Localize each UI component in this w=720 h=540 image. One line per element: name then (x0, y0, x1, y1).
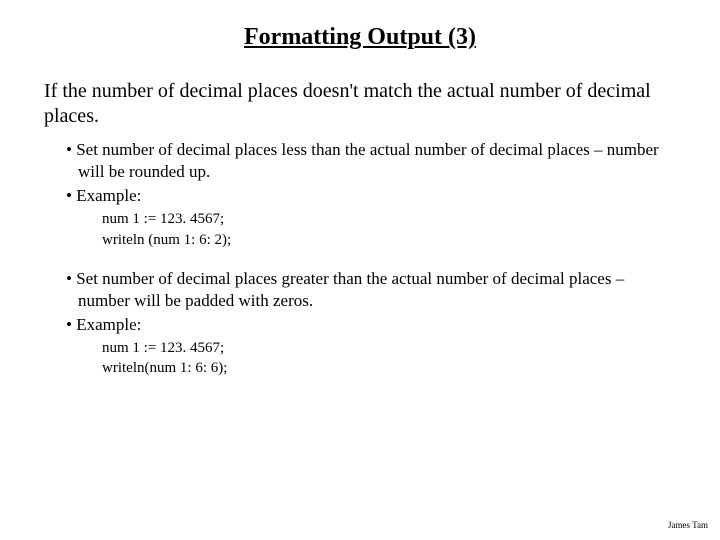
code-line: writeln(num 1: 6: 6); (102, 358, 676, 378)
footer-author: James Tam (668, 520, 708, 530)
code-line: writeln (num 1: 6: 2); (102, 230, 676, 250)
code-block-1: num 1 := 123. 4567; writeln (num 1: 6: 2… (44, 209, 676, 250)
bullet-item: Set number of decimal places greater tha… (66, 268, 676, 312)
slide-title: Formatting Output (3) (44, 24, 676, 51)
code-line: num 1 := 123. 4567; (102, 209, 676, 229)
code-block-2: num 1 := 123. 4567; writeln(num 1: 6: 6)… (44, 338, 676, 379)
bullet-list-1: Set number of decimal places less than t… (44, 139, 676, 207)
intro-text: If the number of decimal places doesn't … (44, 79, 676, 129)
code-line: num 1 := 123. 4567; (102, 338, 676, 358)
bullet-item: Example: (66, 185, 676, 207)
bullet-list-2: Set number of decimal places greater tha… (44, 268, 676, 336)
bullet-item: Set number of decimal places less than t… (66, 139, 676, 183)
bullet-item: Example: (66, 314, 676, 336)
